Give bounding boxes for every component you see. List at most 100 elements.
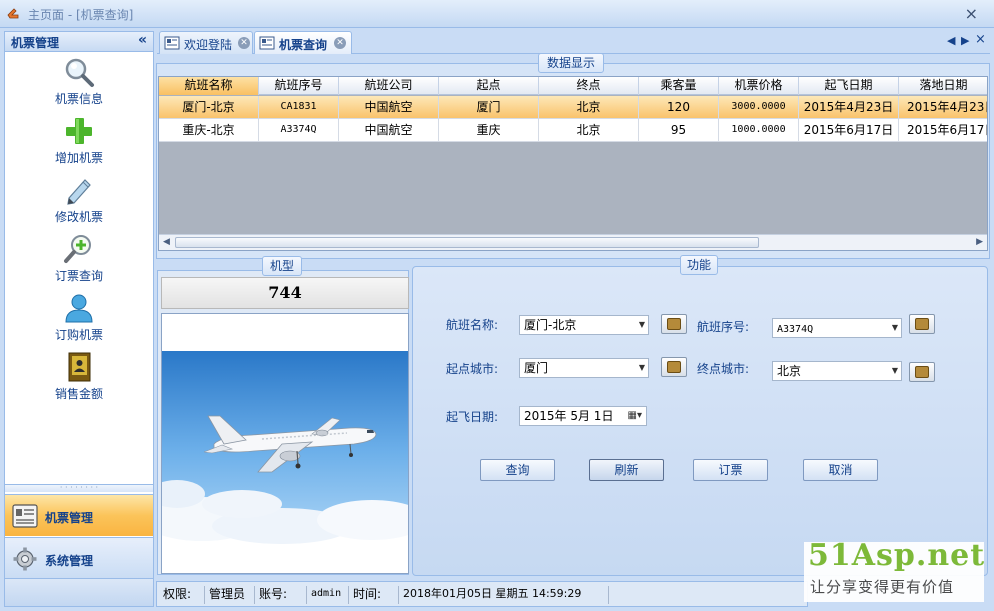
window-title: 主页面 - [机票查询] [28,8,134,22]
watermark-brand: 51Asp.net [808,538,986,573]
nav-item-label: 增加机票 [54,151,103,165]
dest-city-value: 北京 [777,364,802,378]
scrollbar-thumb[interactable] [175,237,759,248]
origin-city-lookup-button[interactable] [661,357,687,377]
book-button[interactable]: 订票 [693,459,768,481]
chevron-down-icon[interactable]: ▼ [892,319,898,337]
table-cell: 中国航空 [339,96,439,119]
table-cell: 重庆-北京 [159,119,259,142]
departure-date-label: 起飞日期: [446,410,499,424]
table-cell: 95 [639,119,719,142]
query-button[interactable]: 查询 [480,459,555,481]
chevron-down-icon[interactable]: ▼ [639,359,645,377]
calendar-icon[interactable]: ▦▾ [628,407,642,425]
grid-column-header[interactable]: 起飞日期 [799,77,899,95]
tab-label: 欢迎登陆 [184,38,233,52]
document-icon [259,36,275,50]
flight-data-grid[interactable]: 航班名称 航班序号 航班公司 起点 终点 乘客量 机票价格 起飞日期 落地日期 厦门-北京 CA1… [158,76,988,251]
scroll-right-icon[interactable]: ▶ [976,237,983,247]
nav-item-add-ticket[interactable]: 增加机票 [5,115,153,173]
close-icon[interactable]: × [965,4,978,23]
airplane-image [162,314,408,573]
title-bar: 主页面 - [机票查询] × [0,0,994,28]
flight-name-label: 航班名称: [446,318,499,332]
chevron-down-icon[interactable]: ▼ [892,362,898,380]
table-cell: 中国航空 [339,119,439,142]
group-button-system-management[interactable]: 系统管理 [5,537,153,579]
table-cell: 2015年4月23日 [799,96,899,119]
grid-column-header[interactable]: 终点 [539,77,639,95]
flight-no-label: 航班序号: [697,320,750,334]
refresh-button[interactable]: 刷新 [589,459,664,481]
grid-column-header[interactable]: 起点 [439,77,539,95]
nav-item-ticket-info[interactable]: 机票信息 [5,56,153,114]
horizontal-scrollbar[interactable]: ◀ ▶ [159,234,987,250]
tab-welcome[interactable]: 欢迎登陆 ✕ [159,31,253,54]
table-cell: A3374Q [259,119,339,142]
flight-no-select[interactable]: A3374Q ▼ [772,318,902,338]
scroll-left-icon[interactable]: ◀ [163,237,170,247]
nav-item-edit-ticket[interactable]: 修改机票 [5,174,153,232]
briefcase-icon [915,318,929,330]
model-number: 744 [161,277,409,309]
nav-item-buy-ticket[interactable]: 订购机票 [5,292,153,350]
app-icon [7,8,19,19]
pencil-icon [67,179,91,205]
grid-column-header[interactable]: 机票价格 [719,77,799,95]
function-panel: 航班名称: 厦门-北京 ▼ 航班序号: A3374Q ▼ 起点城市: 厦门 ▼ … [412,266,988,576]
tab-strip: 欢迎登陆 ✕ 机票查询 ✕ ◀ ▶ × [157,30,990,54]
table-cell: 北京 [539,96,639,119]
airplane-photo [161,313,409,574]
flight-name-value: 厦门-北京 [524,318,577,332]
close-icon[interactable]: ✕ [238,37,250,49]
dest-city-label: 终点城市: [697,362,750,376]
collapse-icon[interactable]: « [138,32,147,48]
grid-column-header[interactable]: 乘客量 [639,77,719,95]
close-icon[interactable]: × [975,32,986,47]
table-row[interactable]: 厦门-北京 CA1831 中国航空 厦门 北京 120 3000.0000 2015年4月23… [159,96,987,119]
departure-date-value: 2015年 5月 1日 [524,409,614,423]
table-cell: 3000.0000 [719,96,799,119]
flight-no-lookup-button[interactable] [909,314,935,334]
table-row[interactable]: 重庆-北京 A3374Q 中国航空 重庆 北京 95 1000.0000 2015年6月17日… [159,119,987,142]
left-nav-panel: 机票管理 « 机票信息 增加机票 修改机票 订票查询 订购机票 销售金额 · ·… [4,31,154,607]
group-button-label: 系统管理 [45,554,94,568]
data-display-title: 数据显示 [538,53,604,73]
table-cell: 厦门-北京 [159,96,259,119]
cancel-button[interactable]: 取消 [803,459,878,481]
document-icon [164,36,180,50]
table-cell: 北京 [539,119,639,142]
grid-column-header[interactable]: 航班序号 [259,77,339,95]
origin-city-label: 起点城市: [446,362,499,376]
left-panel-footer [5,578,153,606]
grid-column-header[interactable]: 航班名称 [159,77,259,95]
tab-scroll-right-icon[interactable]: ▶ [961,34,969,47]
nav-item-booking-query[interactable]: 订票查询 [5,233,153,291]
permission-label: 权限: [159,586,205,604]
grid-column-header[interactable]: 落地日期 [899,77,987,95]
nav-item-label: 机票信息 [54,92,103,106]
time-value: 2018年01月05日 星期五 14:59:29 [399,586,609,604]
dest-city-lookup-button[interactable] [909,362,935,382]
panel-splitter[interactable]: · · · · · · · · [5,484,153,492]
chevron-down-icon[interactable]: ▼ [639,316,645,334]
tab-scroll-left-icon[interactable]: ◀ [947,34,955,47]
group-button-ticket-management[interactable]: 机票管理 [5,494,153,536]
nav-item-sales-amount[interactable]: 销售金额 [5,351,153,409]
flight-name-lookup-button[interactable] [661,314,687,334]
model-section-title: 机型 [262,256,302,276]
gear-icon [13,547,37,571]
dest-city-select[interactable]: 北京 ▼ [772,361,902,381]
account-label: 账号: [255,586,307,604]
function-section-title: 功能 [680,255,718,275]
table-cell: 2015年6月17日 [799,119,899,142]
flight-name-select[interactable]: 厦门-北京 ▼ [519,315,649,335]
tab-ticket-query[interactable]: 机票查询 ✕ [254,31,352,54]
watermark-slogan: 让分享变得更有价值 [810,578,955,596]
briefcase-icon [667,318,681,330]
departure-date-picker[interactable]: 2015年 5月 1日 ▦▾ [519,406,647,426]
origin-city-select[interactable]: 厦门 ▼ [519,358,649,378]
grid-column-header[interactable]: 航班公司 [339,77,439,95]
close-icon[interactable]: ✕ [334,37,346,49]
table-cell: CA1831 [259,96,339,119]
